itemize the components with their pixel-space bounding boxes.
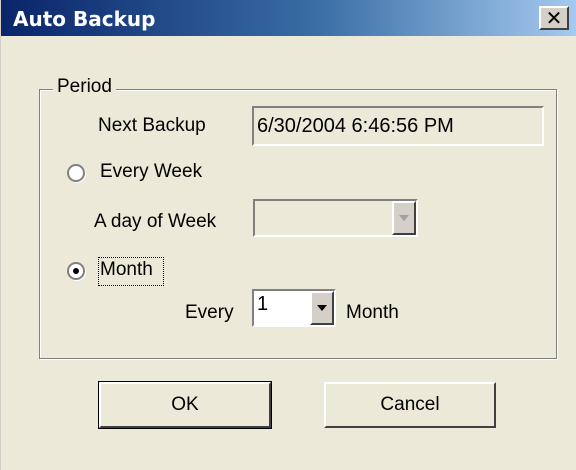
next-backup-value: 6/30/2004 6:46:56 PM bbox=[257, 114, 454, 137]
ok-button-label: OK bbox=[171, 394, 199, 415]
every-month-dropdown-button[interactable] bbox=[310, 291, 334, 325]
day-of-week-label: A day of Week bbox=[94, 211, 217, 232]
period-group-label: Period bbox=[53, 76, 116, 98]
title-bar[interactable]: Auto Backup ✕ bbox=[1, 0, 576, 36]
every-month-select[interactable]: 1 bbox=[252, 289, 336, 327]
close-button[interactable]: ✕ bbox=[539, 6, 569, 30]
radio-selected-dot bbox=[73, 268, 79, 274]
every-week-radio[interactable] bbox=[67, 164, 85, 182]
every-month-value: 1 bbox=[257, 293, 269, 315]
every-label: Every bbox=[185, 302, 234, 323]
month-radio[interactable] bbox=[67, 262, 85, 280]
chevron-down-icon bbox=[399, 215, 409, 221]
close-icon: ✕ bbox=[545, 6, 563, 30]
next-backup-label: Next Backup bbox=[98, 115, 206, 136]
ok-button[interactable]: OK bbox=[98, 381, 272, 429]
cancel-button-label: Cancel bbox=[380, 394, 440, 415]
day-of-week-select[interactable] bbox=[253, 199, 418, 237]
chevron-down-icon bbox=[317, 305, 327, 311]
next-backup-field: 6/30/2004 6:46:56 PM bbox=[252, 106, 544, 146]
every-week-label[interactable]: Every Week bbox=[100, 161, 202, 183]
window-title: Auto Backup bbox=[13, 7, 156, 31]
auto-backup-dialog: Auto Backup ✕ Period Next Backup 6/30/20… bbox=[0, 0, 576, 470]
month-label[interactable]: Month bbox=[100, 259, 153, 281]
cancel-button[interactable]: Cancel bbox=[324, 382, 496, 428]
month-unit-label: Month bbox=[346, 302, 399, 323]
day-of-week-dropdown-button[interactable] bbox=[392, 201, 416, 235]
